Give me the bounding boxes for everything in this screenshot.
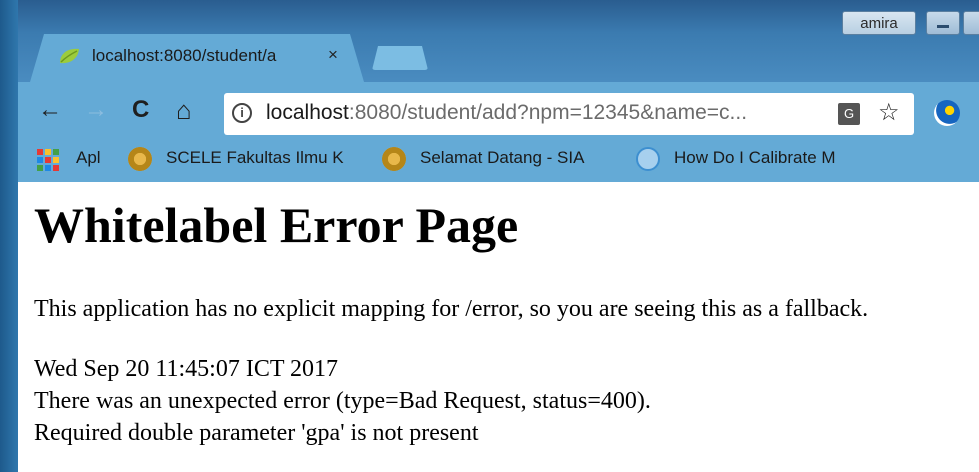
url-host: localhost <box>266 101 349 124</box>
back-icon[interactable]: ← <box>38 96 62 124</box>
new-tab-button[interactable] <box>372 46 428 70</box>
error-detail: Required double parameter 'gpa' is not p… <box>34 420 479 446</box>
profile-button[interactable]: amira <box>842 11 916 35</box>
minimize-button[interactable] <box>926 11 960 35</box>
bookmark-sia[interactable]: Selamat Datang - SIA <box>420 148 610 168</box>
reload-icon[interactable]: C <box>132 96 149 124</box>
globe-icon <box>636 147 660 171</box>
bookmark-calibrate[interactable]: How Do I Calibrate M <box>674 148 868 168</box>
bookmark-apps[interactable]: Apl <box>76 148 101 168</box>
home-icon[interactable]: ⌂ <box>176 96 192 124</box>
spring-leaf-icon <box>60 48 79 64</box>
extension-icon[interactable] <box>934 100 960 126</box>
url-path: :8080/student/add?npm=12345&name=c... <box>348 101 748 124</box>
apps-grid-icon <box>37 149 59 171</box>
window-left-border <box>0 0 18 472</box>
seal-icon <box>382 147 406 171</box>
maximize-button[interactable] <box>963 11 979 35</box>
forward-icon[interactable]: → <box>84 96 108 124</box>
bookmark-scele[interactable]: SCELE Fakultas Ilmu K <box>166 148 364 168</box>
seal-icon <box>128 147 152 171</box>
error-message: This application has no explicit mapping… <box>34 296 869 322</box>
site-info-icon[interactable]: i <box>232 103 252 123</box>
page-title: Whitelabel Error Page <box>34 197 519 253</box>
bookmark-star-icon[interactable]: ☆ <box>878 98 900 127</box>
error-timestamp: Wed Sep 20 11:45:07 ICT 2017 <box>34 356 339 382</box>
url-text[interactable]: localhost:8080/student/add?npm=12345&nam… <box>266 101 824 125</box>
error-type: There was an unexpected error (type=Bad … <box>34 388 651 414</box>
translate-icon[interactable]: G <box>838 103 860 125</box>
tab-close-icon[interactable]: × <box>328 45 338 65</box>
tab-title: localhost:8080/student/a <box>92 46 277 65</box>
